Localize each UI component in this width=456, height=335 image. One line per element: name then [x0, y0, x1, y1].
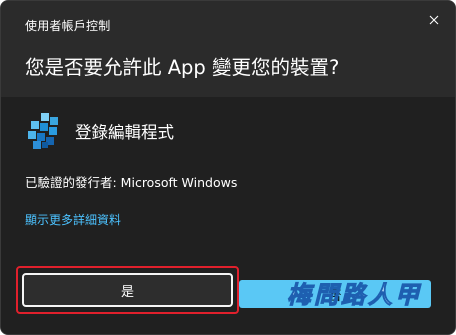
registry-editor-icon — [28, 113, 58, 149]
app-name: 登錄編輯程式 — [75, 123, 174, 142]
yes-button[interactable]: 是 — [22, 273, 233, 307]
dialog-title: 使用者帳戶控制 — [25, 19, 111, 33]
dialog-question: 您是否要允許此 App 變更您的裝置? — [25, 56, 340, 79]
no-button[interactable]: 否 — [239, 280, 431, 308]
publisher-text: 已驗證的發行者: Microsoft Windows — [25, 175, 238, 190]
uac-dialog: 使用者帳戶控制 您是否要允許此 App 變更您的裝置? 登錄編輯程式 已驗證的發… — [0, 0, 456, 335]
app-info: 登錄編輯程式 — [25, 111, 174, 151]
dialog-header: 使用者帳戶控制 您是否要允許此 App 變更您的裝置? — [1, 1, 455, 97]
close-icon — [429, 15, 439, 25]
show-details-link[interactable]: 顯示更多詳細資料 — [25, 211, 121, 228]
close-button[interactable] — [423, 9, 445, 31]
